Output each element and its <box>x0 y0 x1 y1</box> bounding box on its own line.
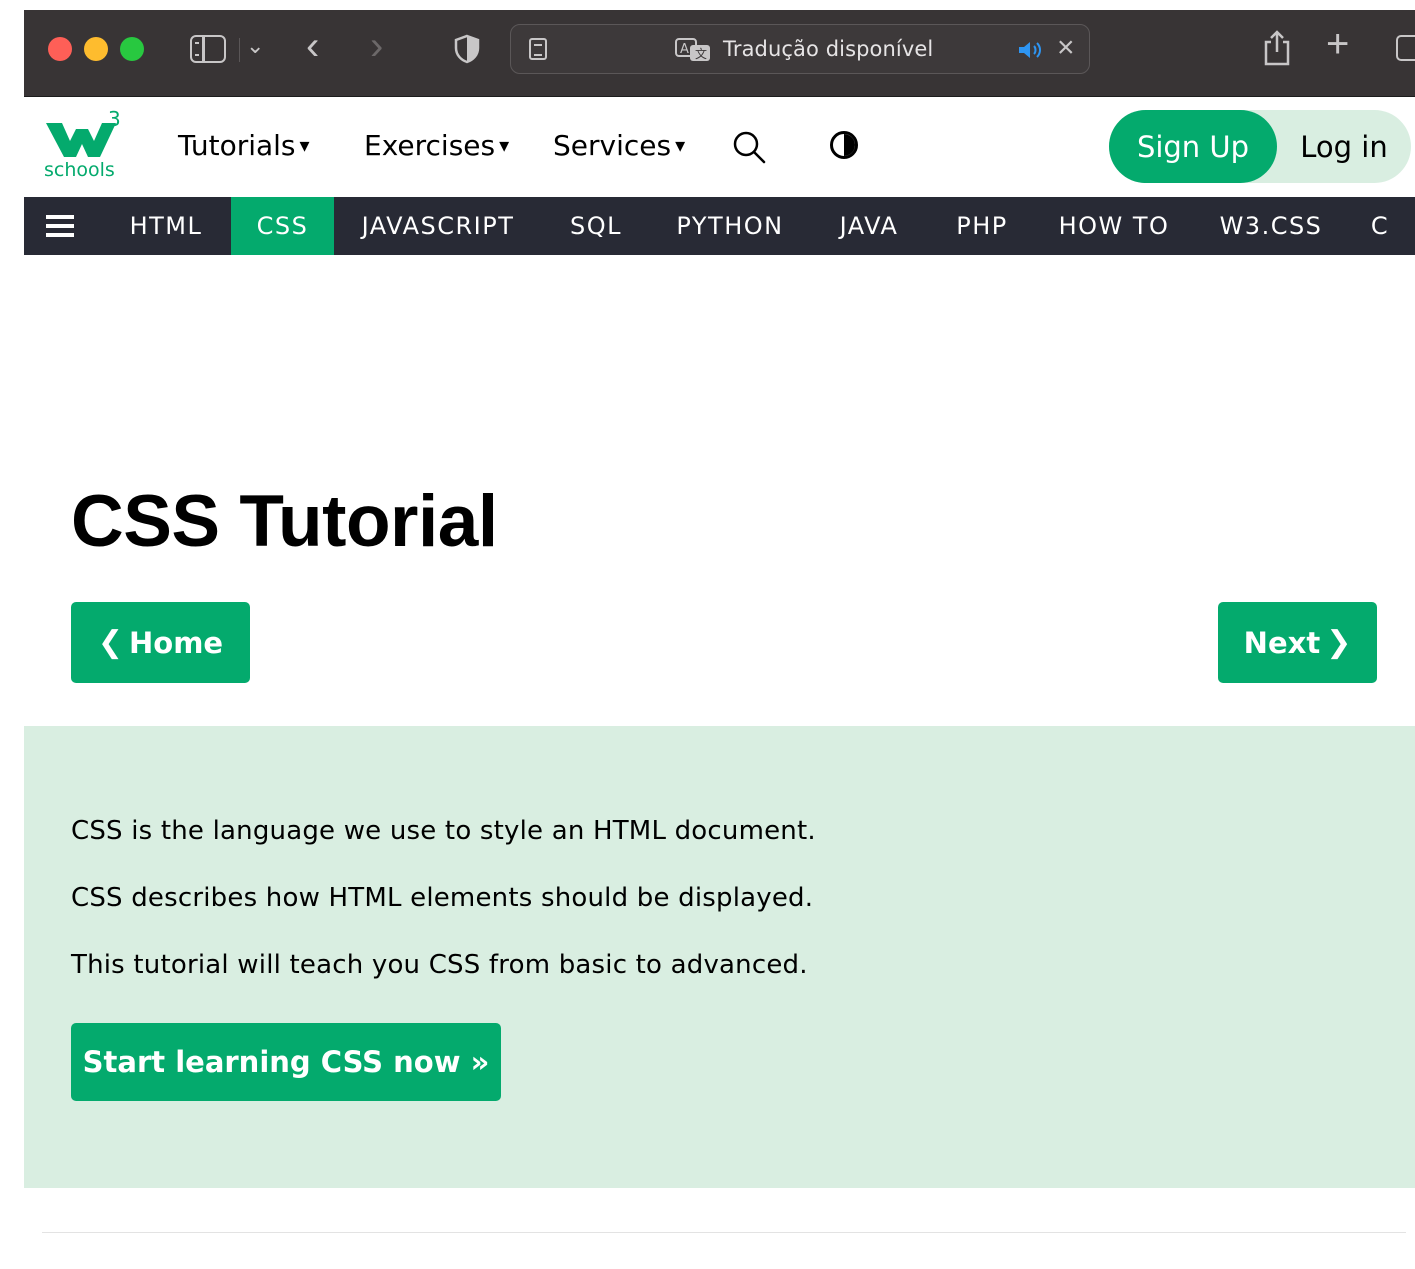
reader-icon[interactable] <box>529 38 547 60</box>
subject-sql[interactable]: SQL <box>555 197 637 255</box>
subject-bar: HTML CSS JAVASCRIPT SQL PYTHON JAVA PHP … <box>24 197 1415 255</box>
intro-paragraph: CSS is the language we use to style an H… <box>71 816 816 846</box>
svg-text:A: A <box>680 42 689 57</box>
zoom-window-button[interactable] <box>120 37 144 61</box>
tabs-icon[interactable] <box>1396 35 1415 61</box>
caret-down-icon: ▾ <box>299 133 310 157</box>
page-title: CSS Tutorial <box>71 481 498 562</box>
subject-javascript[interactable]: JAVASCRIPT <box>346 197 530 255</box>
nav-exercises[interactable]: Exercises ▾ <box>364 129 509 162</box>
back-arrow-icon[interactable]: ‹ <box>306 24 319 69</box>
subject-c[interactable]: C <box>1360 197 1400 255</box>
toolbar-divider <box>239 38 240 62</box>
minimize-window-button[interactable] <box>84 37 108 61</box>
subject-html[interactable]: HTML <box>114 197 218 255</box>
plus-icon[interactable]: + <box>1326 22 1349 67</box>
next-button[interactable]: Next ❯ <box>1218 602 1377 683</box>
subject-java[interactable]: JAVA <box>824 197 914 255</box>
top-navigation: 3 schools Tutorials ▾ Exercises ▾ Services… <box>24 97 1415 197</box>
caret-down-icon: ▾ <box>675 133 686 157</box>
browser-toolbar: ⌄ ‹ › A 文 Tradução disponível × + <box>24 10 1415 97</box>
divider <box>42 1232 1406 1233</box>
subject-python[interactable]: PYTHON <box>662 197 798 255</box>
start-learning-button[interactable]: Start learning CSS now » <box>71 1023 501 1101</box>
nav-services[interactable]: Services ▾ <box>553 129 685 162</box>
search-icon[interactable] <box>732 130 766 164</box>
svg-text:文: 文 <box>695 46 707 61</box>
page: ⌄ ‹ › A 文 Tradução disponível × + 3 scho… <box>0 0 1415 1269</box>
subject-php[interactable]: PHP <box>942 197 1022 255</box>
translate-icon[interactable]: A 文 <box>675 38 711 62</box>
chevron-left-icon: ❮ <box>97 625 124 660</box>
subject-w3css[interactable]: W3.CSS <box>1211 197 1331 255</box>
contrast-toggle-icon[interactable] <box>830 131 858 159</box>
logo-superscript: 3 <box>108 107 121 131</box>
share-icon[interactable] <box>1262 30 1292 66</box>
chevron-right-icon: ❯ <box>1326 625 1352 660</box>
caret-down-icon: ▾ <box>499 133 510 157</box>
intro-paragraph: CSS describes how HTML elements should b… <box>71 883 814 913</box>
home-button-label: Home <box>129 625 224 660</box>
chevron-down-icon[interactable]: ⌄ <box>246 33 264 59</box>
nav-services-label: Services <box>553 129 672 162</box>
auth-group: Sign Up Log in <box>1109 110 1411 183</box>
address-bar[interactable]: A 文 Tradução disponível × <box>510 24 1090 74</box>
nav-tutorials-label: Tutorials <box>178 129 296 162</box>
intro-paragraph: This tutorial will teach you CSS from ba… <box>71 950 808 980</box>
subject-css[interactable]: CSS <box>231 197 334 255</box>
intro-panel: CSS is the language we use to style an H… <box>24 726 1415 1188</box>
forward-arrow-icon[interactable]: › <box>370 24 383 69</box>
w3schools-logo[interactable]: 3 schools <box>44 107 124 183</box>
signup-button[interactable]: Sign Up <box>1109 110 1277 183</box>
close-icon[interactable]: × <box>1057 31 1075 65</box>
nav-tutorials[interactable]: Tutorials ▾ <box>178 129 310 162</box>
logo-text: schools <box>44 159 115 181</box>
login-button[interactable]: Log in <box>1277 110 1411 183</box>
close-window-button[interactable] <box>48 37 72 61</box>
menu-icon[interactable] <box>46 215 74 237</box>
subject-howto[interactable]: HOW TO <box>1049 197 1179 255</box>
shield-icon[interactable] <box>454 34 480 64</box>
nav-exercises-label: Exercises <box>364 129 496 162</box>
speaker-icon[interactable] <box>1017 40 1043 60</box>
address-text: Tradução disponível <box>723 37 934 61</box>
next-button-label: Next <box>1243 625 1321 660</box>
sidebar-icon[interactable] <box>190 35 226 63</box>
home-button[interactable]: ❮ Home <box>71 602 250 683</box>
